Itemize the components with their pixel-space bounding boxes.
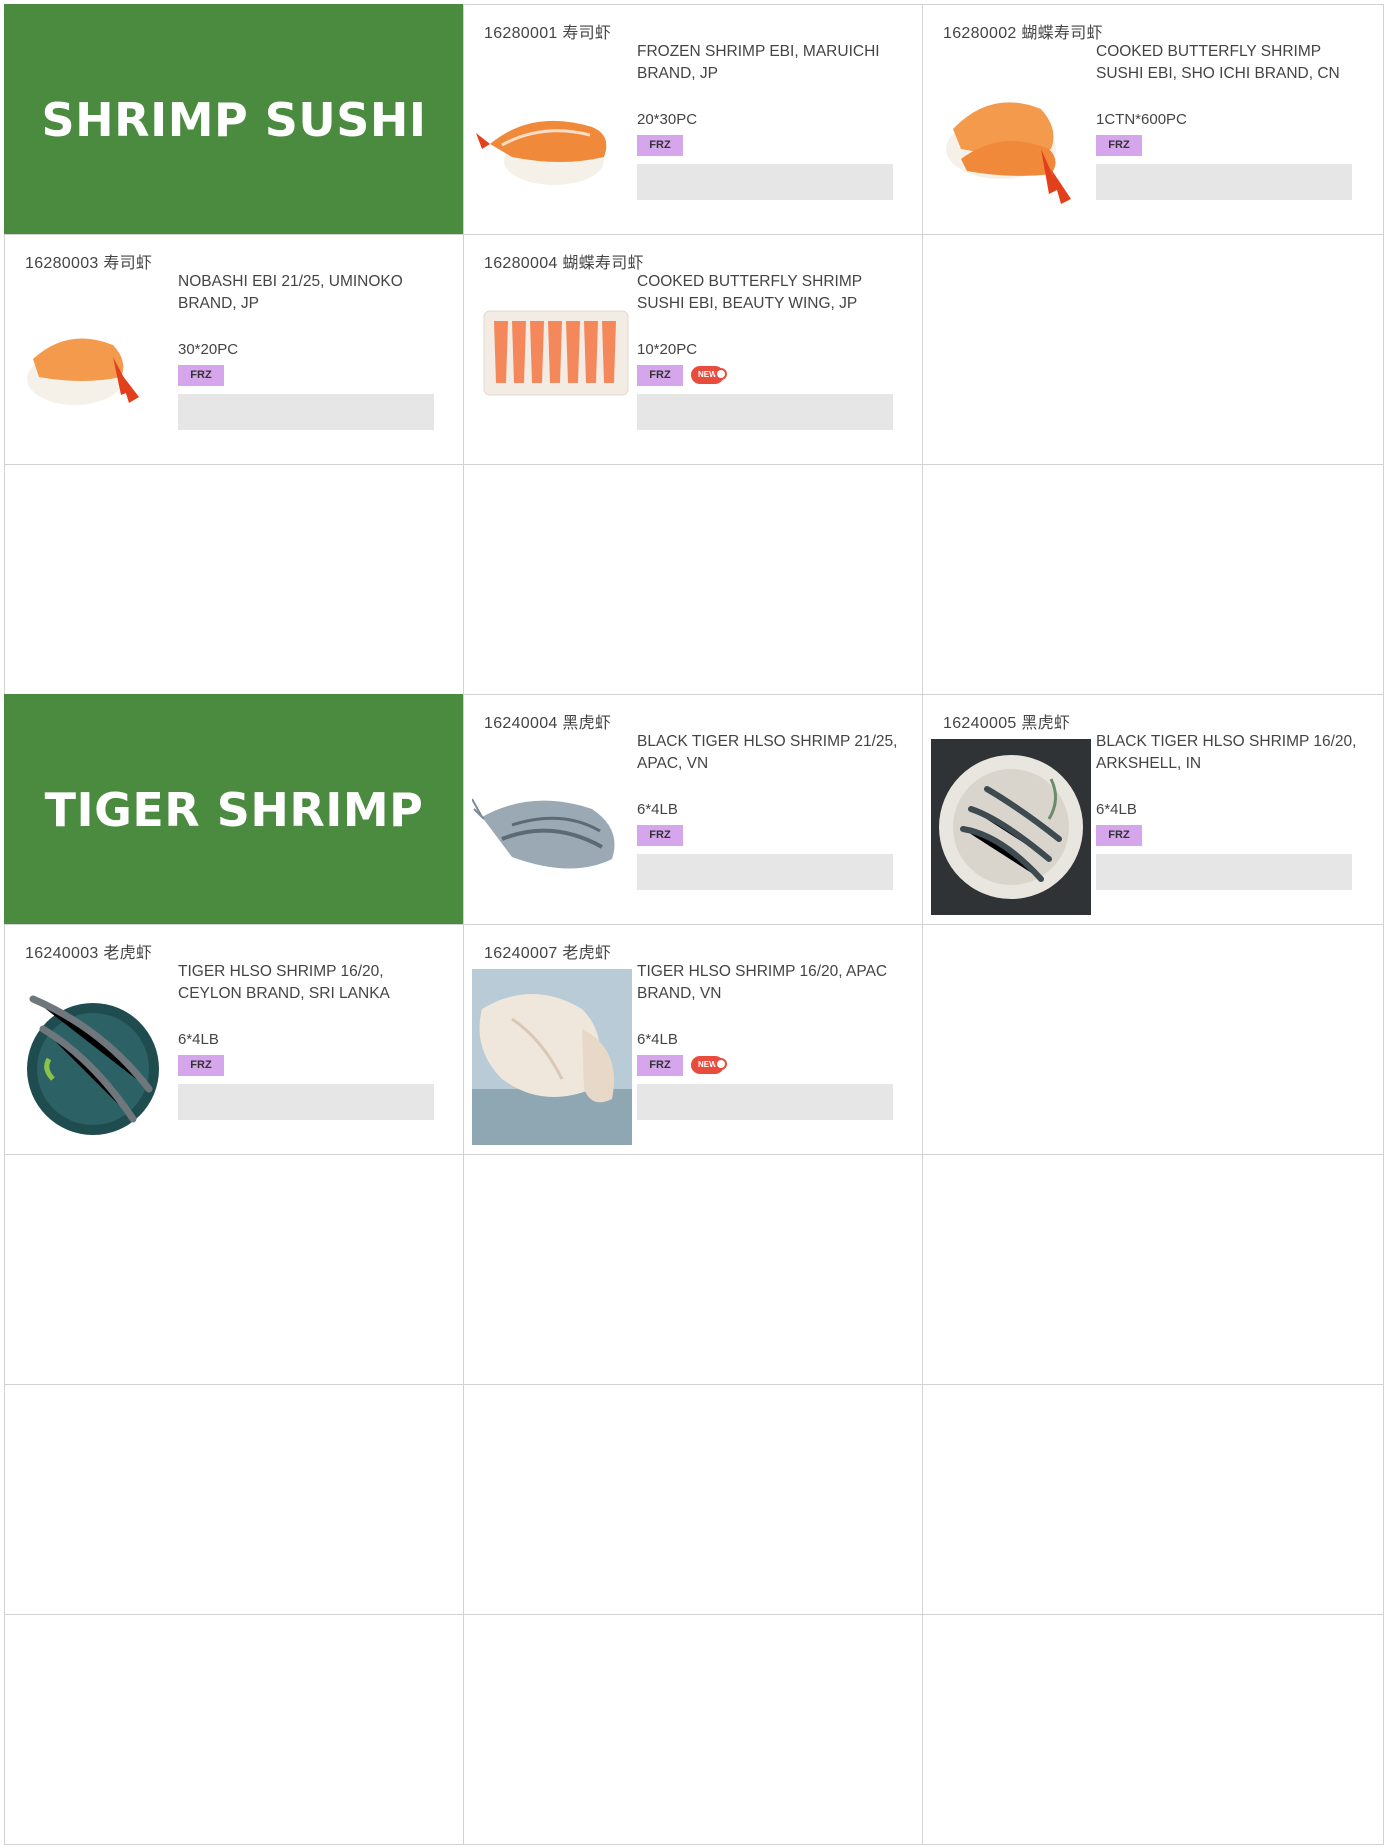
- product-pack-size: 1CTN*600PC: [1096, 111, 1187, 128]
- quantity-input[interactable]: [637, 854, 893, 890]
- grid-row: SHRIMP SUSHI 16280001 寿司虾 FROZEN SHRIMP …: [4, 4, 1385, 235]
- grid-row: [4, 1614, 1385, 1845]
- product-image: [472, 279, 632, 455]
- frozen-tag: FRZ: [637, 364, 683, 386]
- frozen-tag: FRZ: [637, 134, 683, 156]
- empty-cell: [922, 1614, 1384, 1845]
- frozen-tag: FRZ: [178, 364, 224, 386]
- product-code: 16280002 蝴蝶寿司虾: [943, 25, 1103, 42]
- section-header-tiger-shrimp: TIGER SHRIMP: [4, 694, 464, 925]
- product-code: 16240004 黑虎虾: [484, 715, 612, 732]
- frozen-tag: FRZ: [637, 1054, 683, 1076]
- product-image: [13, 969, 173, 1145]
- grid-row: 16280003 寿司虾 NOBASHI EBI 21/25, UMINOKO …: [4, 234, 1385, 465]
- product-pack-size: 6*4LB: [637, 1031, 678, 1048]
- product-pack-size: 20*30PC: [637, 111, 698, 128]
- product-description: COOKED BUTTERFLY SHRIMP SUSHI EBI, SHO I…: [1096, 43, 1340, 82]
- frozen-tag: FRZ: [1096, 824, 1142, 846]
- product-code: 16240005 黑虎虾: [943, 715, 1071, 732]
- empty-cell: [4, 1614, 464, 1845]
- new-badge: NEW: [691, 366, 727, 384]
- grid-row: [4, 1384, 1385, 1615]
- product-code: 16280004 蝴蝶寿司虾: [484, 255, 644, 272]
- product-card: 16280001 寿司虾 FROZEN SHRIMP EBI, MARUICHI…: [463, 4, 923, 235]
- new-badge: NEW: [691, 1056, 727, 1074]
- quantity-input[interactable]: [637, 1084, 893, 1120]
- product-image: [931, 49, 1091, 225]
- product-card: 16280002 蝴蝶寿司虾 COOKED BUTTERFLY SHRIMP S…: [922, 4, 1384, 235]
- empty-cell: [4, 1384, 464, 1615]
- empty-cell: [463, 1614, 923, 1845]
- product-card: 16240005 黑虎虾 BLACK TIGER HLSO SHRIMP 16/…: [922, 694, 1384, 925]
- empty-cell: [463, 464, 923, 695]
- product-pack-size: 6*4LB: [178, 1031, 219, 1048]
- product-code: 16280003 寿司虾: [25, 255, 153, 272]
- product-image: [472, 49, 632, 225]
- product-description: COOKED BUTTERFLY SHRIMP SUSHI EBI, BEAUT…: [637, 273, 862, 312]
- product-description: FROZEN SHRIMP EBI, MARUICHI BRAND, JP: [637, 43, 880, 82]
- empty-cell: [922, 924, 1384, 1155]
- quantity-input[interactable]: [637, 394, 893, 430]
- quantity-input[interactable]: [1096, 854, 1352, 890]
- quantity-input[interactable]: [178, 1084, 434, 1120]
- product-code: 16240003 老虎虾: [25, 945, 153, 962]
- product-pack-size: 6*4LB: [637, 801, 678, 818]
- product-pack-size: 30*20PC: [178, 341, 239, 358]
- product-image: [13, 279, 173, 455]
- grid-row: 16240003 老虎虾 TIGER HLSO SHRIMP 16/20, CE…: [4, 924, 1385, 1155]
- empty-cell: [922, 1384, 1384, 1615]
- product-description: NOBASHI EBI 21/25, UMINOKO BRAND, JP: [178, 273, 403, 312]
- grid-row: [4, 1154, 1385, 1385]
- empty-cell: [4, 464, 464, 695]
- product-image: [472, 739, 632, 915]
- section-header-shrimp-sushi: SHRIMP SUSHI: [4, 4, 464, 235]
- product-pack-size: 6*4LB: [1096, 801, 1137, 818]
- product-card: 16280004 蝴蝶寿司虾 COOKED BUTTERFLY SHRIMP S…: [463, 234, 923, 465]
- empty-cell: [4, 1154, 464, 1385]
- quantity-input[interactable]: [1096, 164, 1352, 200]
- frozen-tag: FRZ: [637, 824, 683, 846]
- product-description: TIGER HLSO SHRIMP 16/20, CEYLON BRAND, S…: [178, 963, 390, 1002]
- product-description: TIGER HLSO SHRIMP 16/20, APAC BRAND, VN: [637, 963, 888, 1002]
- product-image: [931, 739, 1091, 915]
- product-description: BLACK TIGER HLSO SHRIMP 16/20, ARKSHELL,…: [1096, 733, 1357, 772]
- section-title: SHRIMP SUSHI: [41, 92, 427, 147]
- grid-row: [4, 464, 1385, 695]
- empty-cell: [922, 1154, 1384, 1385]
- catalog-grid: SHRIMP SUSHI 16280001 寿司虾 FROZEN SHRIMP …: [4, 4, 1385, 1845]
- product-description: BLACK TIGER HLSO SHRIMP 21/25, APAC, VN: [637, 733, 898, 772]
- quantity-input[interactable]: [178, 394, 434, 430]
- empty-cell: [922, 464, 1384, 695]
- quantity-input[interactable]: [637, 164, 893, 200]
- product-code: 16280001 寿司虾: [484, 25, 612, 42]
- product-image: [472, 969, 632, 1145]
- frozen-tag: FRZ: [1096, 134, 1142, 156]
- empty-cell: [922, 234, 1384, 465]
- product-card: 16240007 老虎虾 TIGER HLSO SHRIMP 16/20, AP…: [463, 924, 923, 1155]
- grid-row: TIGER SHRIMP 16240004 黑虎虾 BLACK TIGER HL…: [4, 694, 1385, 925]
- product-card: 16240004 黑虎虾 BLACK TIGER HLSO SHRIMP 21/…: [463, 694, 923, 925]
- product-card: 16280003 寿司虾 NOBASHI EBI 21/25, UMINOKO …: [4, 234, 464, 465]
- empty-cell: [463, 1384, 923, 1615]
- empty-cell: [463, 1154, 923, 1385]
- product-code: 16240007 老虎虾: [484, 945, 612, 962]
- product-pack-size: 10*20PC: [637, 341, 698, 358]
- frozen-tag: FRZ: [178, 1054, 224, 1076]
- product-card: 16240003 老虎虾 TIGER HLSO SHRIMP 16/20, CE…: [4, 924, 464, 1155]
- section-title: TIGER SHRIMP: [44, 782, 424, 837]
